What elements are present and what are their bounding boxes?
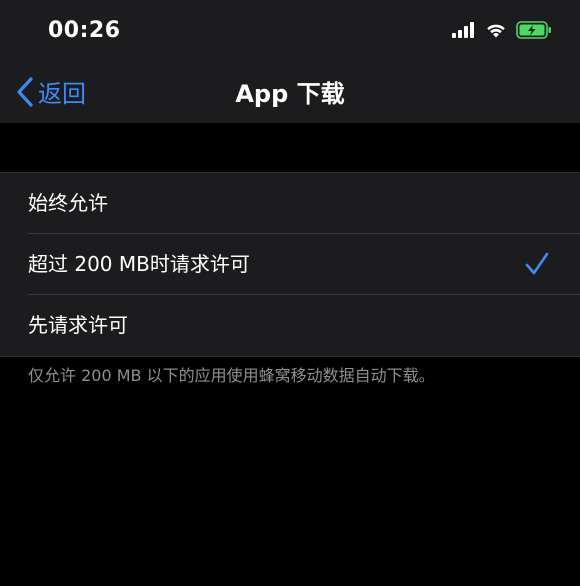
- page-title: App 下载: [235, 80, 345, 108]
- option-ask-over-200mb[interactable]: 超过 200 MB时请求许可: [0, 234, 580, 295]
- option-label: 超过 200 MB时请求许可: [28, 252, 250, 276]
- option-label: 先请求许可: [28, 313, 128, 337]
- cellular-signal-icon: [452, 22, 476, 42]
- status-icons: [452, 20, 552, 44]
- top-bar: 00:26 返回 App 下载: [0, 0, 580, 123]
- option-always-allow[interactable]: 始终允许: [0, 173, 580, 234]
- option-ask-first[interactable]: 先请求许可: [0, 295, 580, 356]
- footer-note: 仅允许 200 MB 以下的应用使用蜂窝移动数据自动下载。: [28, 366, 435, 385]
- status-time: 00:26: [48, 18, 121, 43]
- wifi-icon: [485, 22, 507, 42]
- battery-charging-icon: [516, 21, 552, 43]
- download-options-list: 始终允许 超过 200 MB时请求许可 先请求许可: [0, 172, 580, 357]
- option-label: 始终允许: [28, 191, 108, 215]
- checkmark-icon: [524, 251, 550, 277]
